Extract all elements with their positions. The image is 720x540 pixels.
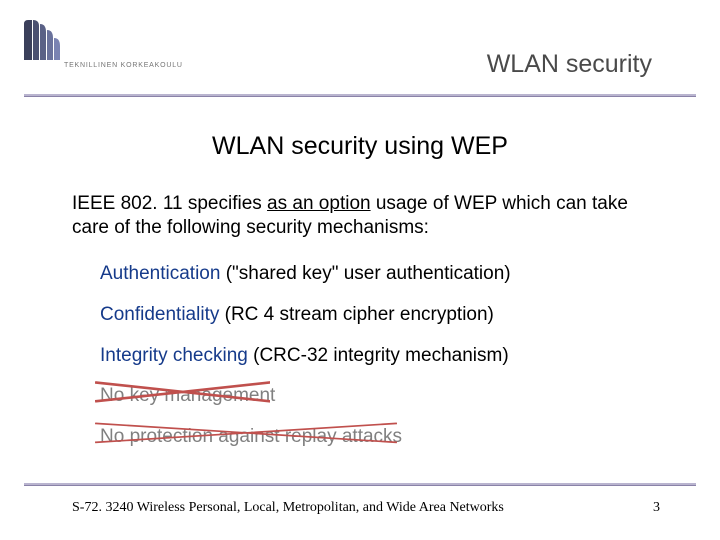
footer-rule xyxy=(24,483,696,486)
header: TEKNILLINEN KORKEAKOULU WLAN security xyxy=(0,0,720,98)
intro-underlined: as an option xyxy=(267,193,371,214)
bullet-term: Authentication xyxy=(100,263,220,284)
intro-paragraph: IEEE 802. 11 specifies as an option usag… xyxy=(72,192,652,241)
logo-text: TEKNILLINEN KORKEAKOULU xyxy=(64,62,183,69)
bullet-term: No protection against replay attacks xyxy=(100,426,402,447)
bullet-term: No key management xyxy=(100,385,275,406)
list-item: Authentication ("shared key" user authen… xyxy=(100,262,660,286)
section-title: WLAN security using WEP xyxy=(0,132,720,161)
bullet-term: Confidentiality xyxy=(100,304,219,325)
bullet-term: Integrity checking xyxy=(100,345,248,366)
struck-item: No protection against replay attacks xyxy=(100,425,402,449)
page-number: 3 xyxy=(653,500,660,516)
slide: TEKNILLINEN KORKEAKOULU WLAN security WL… xyxy=(0,0,720,540)
logo-icon xyxy=(22,18,62,62)
header-title: WLAN security xyxy=(487,50,652,79)
bullet-list: Authentication ("shared key" user authen… xyxy=(100,262,660,466)
bullet-rest: (CRC-32 integrity mechanism) xyxy=(248,345,509,366)
intro-before: IEEE 802. 11 specifies xyxy=(72,193,267,214)
list-item: Confidentiality (RC 4 stream cipher encr… xyxy=(100,303,660,327)
list-item: Integrity checking (CRC-32 integrity mec… xyxy=(100,344,660,368)
list-item: No key management xyxy=(100,384,660,408)
struck-item: No key management xyxy=(100,384,275,408)
bullet-rest: ("shared key" user authentication) xyxy=(220,263,510,284)
footer-text: S-72. 3240 Wireless Personal, Local, Met… xyxy=(72,500,504,516)
bullet-rest: (RC 4 stream cipher encryption) xyxy=(219,304,494,325)
list-item: No protection against replay attacks xyxy=(100,425,660,449)
header-rule xyxy=(24,94,696,97)
